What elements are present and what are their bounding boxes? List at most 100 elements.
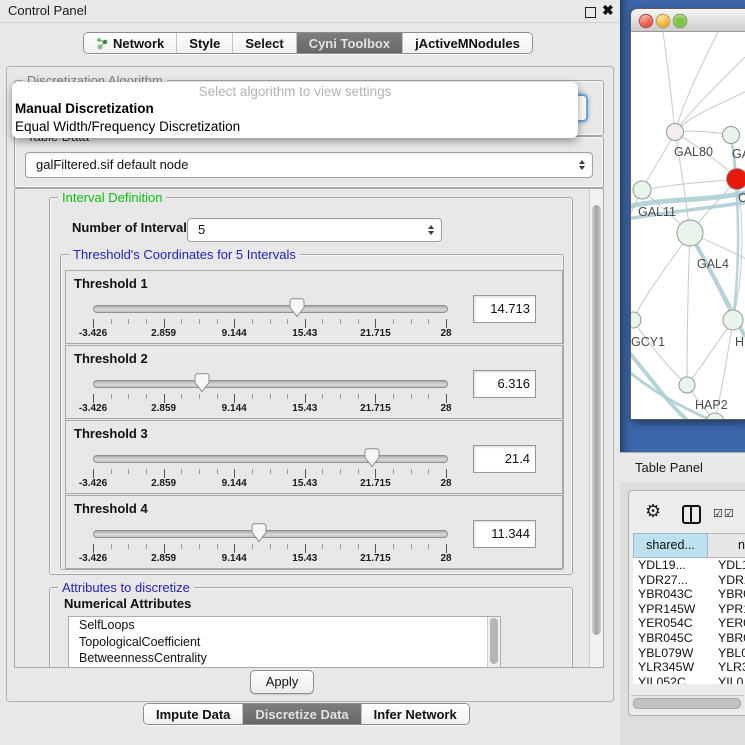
- slider-thumb[interactable]: [194, 373, 210, 393]
- network-node-label: GAL4: [697, 257, 729, 271]
- slider-thumb[interactable]: [364, 448, 380, 468]
- list-item-topologicalcoefficient[interactable]: TopologicalCoefficient: [69, 634, 500, 651]
- interval-definition-label: Interval Definition: [58, 190, 166, 205]
- algorithm-option-equal-width-frequency-discretization[interactable]: Equal Width/Frequency Discretization: [12, 118, 578, 136]
- table-cell-shared-name[interactable]: YDL19...: [633, 558, 718, 573]
- float-window-icon[interactable]: [585, 7, 596, 18]
- network-node[interactable]: [727, 169, 745, 190]
- attributes-list-scrollbar[interactable]: [487, 617, 500, 667]
- column-header-name[interactable]: n...: [708, 533, 745, 558]
- tick-label: 28: [411, 553, 481, 564]
- table-row[interactable]: YDR27...YDR2: [633, 573, 745, 588]
- select-columns-icon[interactable]: ☑☑: [713, 507, 735, 520]
- scrollbar-thumb[interactable]: [592, 205, 601, 635]
- threshold-label: Threshold 2: [74, 351, 148, 366]
- table-row[interactable]: YLR345WYLR3: [633, 660, 745, 675]
- threshold-4-slider-track[interactable]: [93, 530, 448, 538]
- table-data-section: Table Data galFiltered.sif default node: [14, 136, 604, 188]
- tick-label: 9.144: [199, 553, 269, 564]
- tick-mark: [146, 319, 147, 324]
- table-row[interactable]: YBR043CYBR0: [633, 587, 745, 602]
- tab-infer-network[interactable]: Infer Network: [361, 704, 469, 724]
- table-cell-shared-name[interactable]: YLR345W: [633, 660, 718, 675]
- threshold-4-value-input[interactable]: 11.344: [473, 520, 536, 548]
- table-cell-shared-name[interactable]: YPR145W: [633, 602, 718, 617]
- network-node[interactable]: [631, 312, 641, 328]
- tick-mark: [181, 394, 182, 399]
- tick-mark: [234, 469, 235, 478]
- table-cell-name[interactable]: YLR3: [718, 660, 745, 675]
- network-node[interactable]: [633, 181, 651, 199]
- table-cell-name[interactable]: YBL0: [718, 646, 745, 661]
- network-node[interactable]: [667, 124, 684, 141]
- zoom-traffic-light[interactable]: [673, 14, 687, 28]
- table-data-combobox[interactable]: galFiltered.sif default node: [25, 152, 593, 178]
- network-window[interactable]: GAL80GACGAL11GAL4GCY1HHAP2: [630, 8, 745, 420]
- table-row[interactable]: YER054CYER0: [633, 616, 745, 631]
- network-window-titlebar[interactable]: [631, 9, 745, 32]
- algorithm-option-manual-discretization[interactable]: Manual Discretization: [12, 100, 578, 118]
- tab-impute-data[interactable]: Impute Data: [144, 704, 242, 724]
- network-node[interactable]: [679, 377, 695, 393]
- table-row[interactable]: YPR145WYPR1: [633, 602, 745, 617]
- combo-arrows-icon: [579, 160, 585, 170]
- slider-thumb[interactable]: [251, 523, 267, 543]
- network-canvas[interactable]: GAL80GACGAL11GAL4GCY1HHAP2: [631, 32, 745, 419]
- table-cell-name[interactable]: YER0: [718, 616, 745, 631]
- tab-discretize-data[interactable]: Discretize Data: [242, 704, 360, 724]
- tick-label: 15.43: [270, 553, 340, 564]
- tab-label: Impute Data: [156, 707, 230, 722]
- threshold-2-slider-track[interactable]: [93, 380, 448, 388]
- apply-button[interactable]: Apply: [250, 670, 314, 694]
- tick-mark: [181, 544, 182, 549]
- list-item-betweennesscentrality[interactable]: BetweennessCentrality: [69, 650, 500, 667]
- list-item-selfloops[interactable]: SelfLoops: [69, 617, 500, 634]
- numerical-attributes-list[interactable]: SelfLoopsTopologicalCoefficientBetweenne…: [68, 616, 501, 668]
- slider-thumb[interactable]: [289, 298, 305, 318]
- table-cell-name[interactable]: YIL0: [718, 675, 745, 684]
- tab-cyni-toolbox[interactable]: Cyni Toolbox: [296, 33, 402, 53]
- table-cell-shared-name[interactable]: YER054C: [633, 616, 718, 631]
- threshold-2-value-input[interactable]: 6.316: [473, 370, 536, 398]
- number-of-intervals-spinner[interactable]: 5: [187, 218, 442, 242]
- tick-mark: [164, 544, 165, 553]
- tick-mark: [393, 469, 394, 474]
- table-cell-shared-name[interactable]: YBL079W: [633, 646, 718, 661]
- tab-select[interactable]: Select: [232, 33, 295, 53]
- table-cell-name[interactable]: YDL1: [718, 558, 745, 573]
- tab-style[interactable]: Style: [176, 33, 232, 53]
- tab-label: Discretize Data: [255, 707, 348, 722]
- table-cell-name[interactable]: YBR0: [718, 587, 745, 602]
- table-cell-shared-name[interactable]: YIL052C: [633, 675, 718, 684]
- close-icon[interactable]: ✖: [602, 2, 614, 19]
- network-node[interactable]: [677, 220, 703, 246]
- table-row[interactable]: YIL052CYIL0: [633, 675, 745, 684]
- table-cell-name[interactable]: YPR1: [718, 602, 745, 617]
- table-cell-shared-name[interactable]: YBR043C: [633, 587, 718, 602]
- table-horizontal-scrollbar[interactable]: [631, 695, 744, 709]
- network-node[interactable]: [723, 310, 743, 330]
- threshold-3-slider-track[interactable]: [93, 455, 448, 463]
- tab-jactivemnodules[interactable]: jActiveMNodules: [402, 33, 532, 53]
- control-panel: Control Panel ✖ NetworkStyleSelectCyni T…: [0, 0, 620, 745]
- tab-network[interactable]: Network: [84, 33, 176, 53]
- table-row[interactable]: YDL19...YDL1: [633, 558, 745, 573]
- table-cell-shared-name[interactable]: YBR045C: [633, 631, 718, 646]
- column-header-shared-name[interactable]: shared...: [633, 533, 708, 558]
- network-edge: [633, 233, 690, 320]
- table-cell-name[interactable]: YDR2: [718, 573, 745, 588]
- hscrollbar-thumb[interactable]: [633, 698, 741, 709]
- table-row[interactable]: YBL079WYBL0: [633, 646, 745, 661]
- table-cell-shared-name[interactable]: YDR27...: [633, 573, 718, 588]
- close-traffic-light[interactable]: [639, 14, 653, 28]
- threshold-1-value-input[interactable]: 14.713: [473, 295, 536, 323]
- threshold-3-value-input[interactable]: 21.4: [473, 445, 536, 473]
- gear-icon[interactable]: ⚙: [645, 501, 661, 522]
- minimize-traffic-light[interactable]: [656, 14, 670, 28]
- network-node[interactable]: [723, 127, 740, 144]
- table-row[interactable]: YBR045CYBR0: [633, 631, 745, 646]
- settings-vertical-scrollbar[interactable]: [589, 189, 603, 667]
- threshold-1-slider-track[interactable]: [93, 305, 448, 313]
- table-cell-name[interactable]: YBR0: [718, 631, 745, 646]
- split-columns-icon[interactable]: [682, 505, 701, 524]
